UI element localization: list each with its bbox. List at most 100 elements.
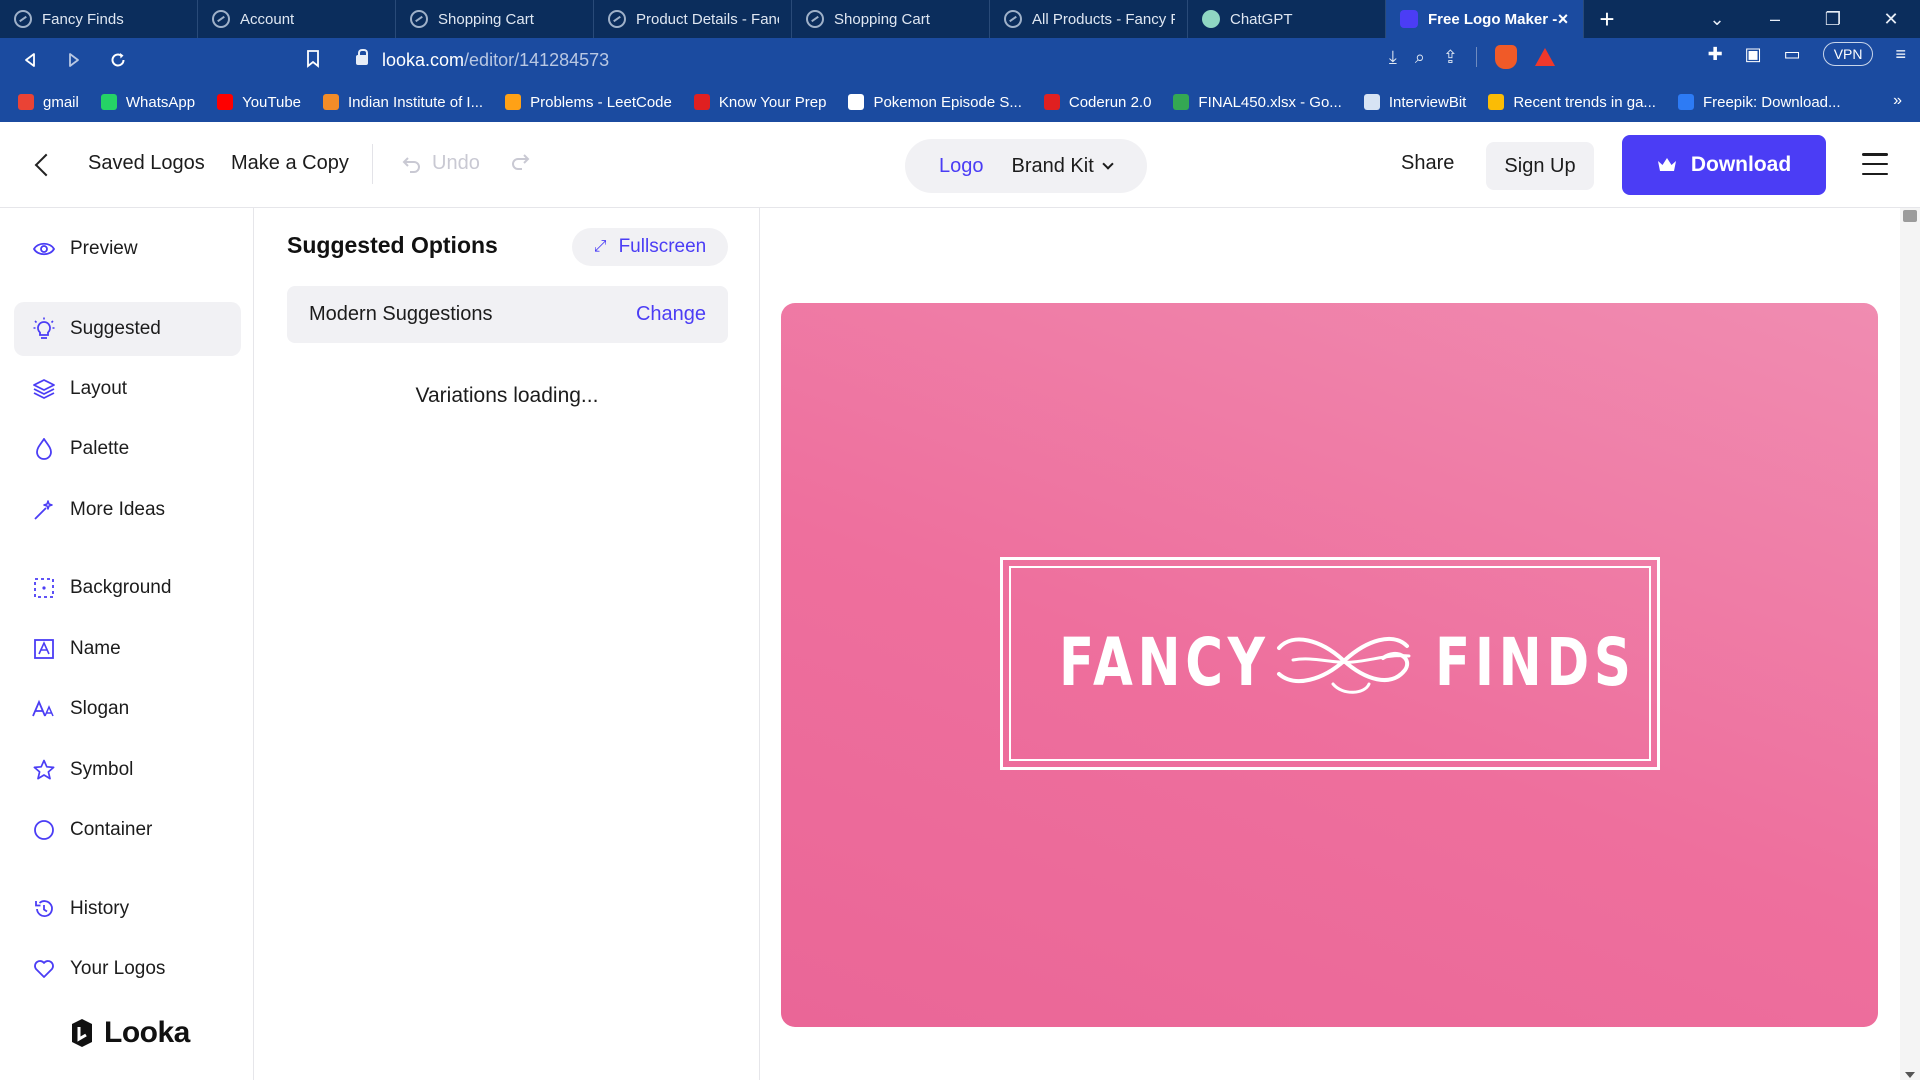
browser-tab[interactable]: Account <box>198 0 396 38</box>
tab-brand-kit[interactable]: Brand Kit <box>1012 155 1114 178</box>
panel-title: Suggested Options <box>287 232 498 258</box>
bookmark-item[interactable]: InterviewBit <box>1363 94 1466 111</box>
bookmark-item[interactable]: gmail <box>18 94 79 111</box>
address-bar[interactable]: looka.com/editor/141284573 ⤓ ⌕ ⇪ <box>300 43 1555 77</box>
more-bookmarks-button[interactable]: » <box>1893 92 1902 110</box>
brave-rewards-icon[interactable] <box>1535 48 1555 66</box>
sidebar-item-layout[interactable]: Layout <box>14 362 241 416</box>
url-host: looka.com <box>382 49 465 70</box>
sidebar-item-more-ideas[interactable]: More Ideas <box>14 483 241 537</box>
lock-icon[interactable] <box>356 49 368 65</box>
wallet-icon[interactable]: ▭ <box>1784 44 1801 65</box>
reload-icon[interactable] <box>98 40 138 80</box>
bookmark-icon[interactable] <box>306 50 320 73</box>
youtube-icon <box>217 94 234 110</box>
logo-name-right: FINDS <box>1435 624 1636 701</box>
bookmark-item[interactable]: Know Your Prep <box>693 94 826 111</box>
browser-tab[interactable]: Fancy Finds <box>0 0 198 38</box>
heart-icon <box>32 957 56 981</box>
scrollbar-thumb[interactable] <box>1903 210 1917 222</box>
bookmark-item[interactable]: WhatsApp <box>100 94 195 111</box>
sidebar-toggle-icon[interactable]: ▣ <box>1745 44 1762 65</box>
browser-tab[interactable]: Shopping Cart <box>792 0 990 38</box>
bookmark-item[interactable]: Pokemon Episode S... <box>848 94 1022 111</box>
window-controls: ⌄ – ❐ ✕ <box>1688 0 1920 38</box>
chatgpt-icon <box>1202 10 1220 28</box>
hamburger-menu-icon[interactable] <box>1862 153 1888 175</box>
page-scrollbar[interactable] <box>1900 208 1920 1080</box>
undo-button[interactable]: Undo <box>402 152 480 175</box>
header-divider <box>372 144 373 184</box>
logo-name-left: FANCY <box>1059 624 1270 701</box>
browser-tab-active[interactable]: Free Logo Maker - × <box>1386 0 1584 38</box>
new-tab-button[interactable]: + <box>1584 0 1630 38</box>
tab-logo[interactable]: Logo <box>939 155 984 178</box>
bookmarks-bar: gmail WhatsApp YouTube Indian Institute … <box>0 82 1920 122</box>
back-arrow-icon[interactable] <box>28 150 58 180</box>
lightbulb-icon <box>32 317 56 341</box>
browser-tab[interactable]: Shopping Cart <box>396 0 594 38</box>
sidebar-item-slogan[interactable]: Slogan <box>14 682 241 736</box>
logo-canvas-area: FANCY FINDS <box>760 208 1900 1080</box>
download-button[interactable]: Download <box>1622 135 1826 195</box>
divider <box>1476 47 1477 67</box>
droplet-icon <box>32 437 56 461</box>
trends-icon <box>1488 94 1505 110</box>
browser-menu-icon[interactable]: ≡ <box>1895 44 1906 65</box>
sign-up-button[interactable]: Sign Up <box>1486 142 1594 190</box>
globe-icon <box>1004 10 1022 28</box>
pokeball-icon <box>848 94 865 110</box>
scroll-down-arrow-icon[interactable] <box>1905 1072 1915 1078</box>
install-app-icon[interactable]: ⤓ <box>1389 47 1397 68</box>
sidebar-item-container[interactable]: Container <box>14 803 241 857</box>
sidebar-item-suggested[interactable]: Suggested <box>14 302 241 356</box>
fullscreen-button[interactable]: ⤢ Fullscreen <box>572 228 728 266</box>
share-page-icon[interactable]: ⇪ <box>1443 47 1458 68</box>
looka-brand-logo[interactable]: Looka <box>68 1016 190 1050</box>
sidebar-item-symbol[interactable]: Symbol <box>14 743 241 797</box>
browser-tab[interactable]: ChatGPT <box>1188 0 1386 38</box>
sidebar-item-name[interactable]: Name <box>14 622 241 676</box>
make-copy-link[interactable]: Make a Copy <box>231 152 349 175</box>
close-window-button[interactable]: ✕ <box>1862 9 1920 30</box>
restore-button[interactable]: ❐ <box>1804 9 1862 30</box>
undo-icon <box>402 156 420 173</box>
background-grid-icon <box>32 576 56 600</box>
sidebar-item-palette[interactable]: Palette <box>14 422 241 476</box>
suggestion-style-label: Modern Suggestions <box>309 303 493 325</box>
chevron-down-icon <box>1102 158 1114 170</box>
google-drive-icon <box>1173 94 1190 110</box>
bookmark-item[interactable]: FINAL450.xlsx - Go... <box>1173 94 1342 111</box>
bookmark-item[interactable]: YouTube <box>217 94 301 111</box>
browser-toolbar: looka.com/editor/141284573 ⤓ ⌕ ⇪ ✚ ▣ ▭ V… <box>0 38 1920 82</box>
redo-icon[interactable] <box>510 150 530 176</box>
zoom-icon[interactable]: ⌕ <box>1415 47 1425 68</box>
close-tab-icon[interactable]: × <box>1553 9 1573 29</box>
bookmark-item[interactable]: Problems - LeetCode <box>505 94 672 111</box>
layers-icon <box>32 377 56 401</box>
share-button[interactable]: Share <box>1401 152 1454 175</box>
tab-search-chevron-icon[interactable]: ⌄ <box>1688 9 1746 30</box>
logo-preview-card[interactable]: FANCY FINDS <box>781 303 1878 1027</box>
minimize-button[interactable]: – <box>1746 9 1804 30</box>
brave-shields-icon[interactable] <box>1495 45 1517 69</box>
browser-tab[interactable]: All Products - Fancy Fi <box>990 0 1188 38</box>
sidebar-item-history[interactable]: History <box>14 882 241 936</box>
crown-icon <box>1657 158 1676 171</box>
saved-logos-link[interactable]: Saved Logos <box>88 152 205 175</box>
sidebar-item-preview[interactable]: Preview <box>14 222 241 276</box>
bookmark-item[interactable]: Freepik: Download... <box>1677 94 1841 111</box>
knowyourprep-icon <box>693 94 710 110</box>
vpn-button[interactable]: VPN <box>1822 42 1874 66</box>
bookmark-item[interactable]: Recent trends in ga... <box>1488 94 1656 111</box>
extensions-icon[interactable]: ✚ <box>1708 44 1723 65</box>
url-path: /editor/141284573 <box>464 49 610 70</box>
bookmark-item[interactable]: Indian Institute of I... <box>323 94 483 111</box>
back-nav-icon[interactable] <box>10 40 50 80</box>
sidebar-item-background[interactable]: Background <box>14 561 241 615</box>
change-link[interactable]: Change <box>636 303 706 326</box>
browser-tab[interactable]: Product Details - Fancy <box>594 0 792 38</box>
sidebar-item-your-logos[interactable]: Your Logos <box>14 942 241 996</box>
bookmark-item[interactable]: Coderun 2.0 <box>1043 94 1151 111</box>
forward-nav-icon[interactable] <box>54 40 94 80</box>
